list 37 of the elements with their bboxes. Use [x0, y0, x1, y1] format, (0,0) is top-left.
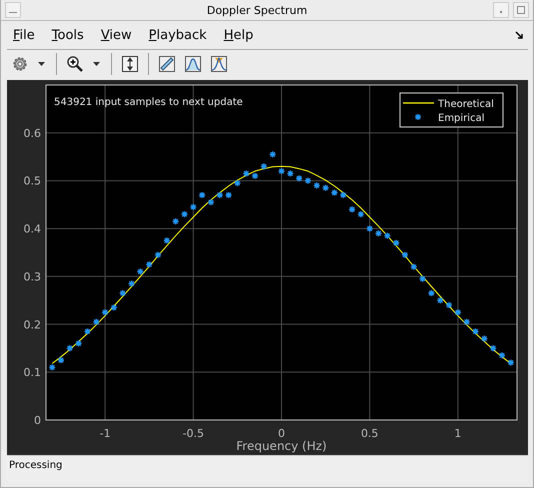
- legend-label: Empirical: [438, 113, 484, 124]
- tick-label: 0.4: [24, 222, 41, 236]
- tick-label: 0.5: [24, 174, 41, 188]
- caret-icon[interactable]: [93, 62, 100, 66]
- peak-curve-icon[interactable]: [210, 55, 228, 73]
- tick-label: 0.6: [24, 126, 41, 140]
- tick-label: 0: [34, 414, 41, 427]
- ruler-icon[interactable]: [158, 55, 176, 73]
- maximize-button[interactable]: [513, 2, 529, 18]
- annotation-text: 543921 input samples to next update: [54, 97, 243, 108]
- bell-curve-icon[interactable]: [184, 55, 202, 73]
- window-menu-button[interactable]: [5, 2, 21, 18]
- menu-item[interactable]: File: [13, 28, 35, 42]
- tick-label: -1: [100, 427, 111, 440]
- menu-item[interactable]: View: [100, 28, 132, 42]
- menu-item[interactable]: Tools: [52, 28, 84, 42]
- axis-label: Frequency (Hz): [236, 439, 327, 453]
- menu-item[interactable]: Help: [224, 28, 254, 42]
- dash-icon: [9, 12, 17, 13]
- maximize-icon: [516, 5, 526, 15]
- tick-label: 0.2: [24, 318, 41, 332]
- tick-label: 0.1: [24, 366, 41, 380]
- menu-item[interactable]: Playback: [148, 28, 207, 42]
- minimize-icon: [500, 11, 502, 13]
- caret-icon[interactable]: [38, 62, 45, 66]
- tick-label: 1: [454, 427, 462, 440]
- tick-label: 0: [278, 427, 285, 440]
- window-title: Doppler Spectrum: [206, 4, 308, 16]
- dock-arrow-icon[interactable]: [515, 30, 524, 40]
- tick-label: -0.5: [182, 427, 204, 440]
- tick-label: 0.3: [24, 270, 41, 284]
- fit-vertical-icon[interactable]: [121, 55, 139, 73]
- status-text: Processing: [9, 460, 62, 471]
- zoom-in-icon[interactable]: [66, 55, 84, 73]
- legend-label: Theoretical: [438, 99, 494, 110]
- tick-label: 0.5: [360, 427, 378, 440]
- settings-icon[interactable]: [11, 55, 29, 73]
